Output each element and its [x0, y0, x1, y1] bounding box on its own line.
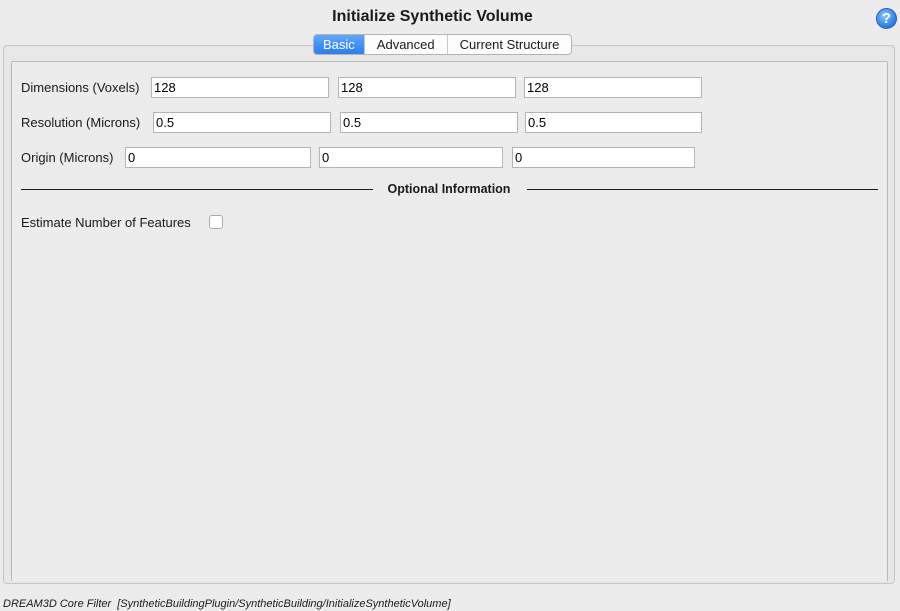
tab-current-structure[interactable]: Current Structure	[446, 35, 572, 54]
origin-z-input[interactable]	[512, 147, 695, 168]
estimate-features-label: Estimate Number of Features	[21, 215, 191, 230]
filter-info-footer: DREAM3D Core Filter [SyntheticBuildingPlu…	[3, 598, 451, 610]
window-title: Initialize Synthetic Volume	[332, 8, 533, 25]
dimensions-y-input[interactable]	[338, 77, 516, 98]
filter-type-label: DREAM3D Core Filter	[3, 598, 112, 610]
dimensions-x-input[interactable]	[151, 77, 329, 98]
section-divider-right	[527, 189, 878, 190]
optional-information-heading: Optional Information	[387, 182, 511, 196]
tab-basic[interactable]: Basic	[314, 35, 364, 54]
resolution-z-input[interactable]	[525, 112, 702, 133]
estimate-features-checkbox[interactable]	[209, 215, 223, 229]
filter-path-label: [SyntheticBuildingPlugin/SyntheticBuildi…	[117, 598, 451, 610]
tab-advanced[interactable]: Advanced	[363, 35, 447, 54]
resolution-x-input[interactable]	[153, 112, 331, 133]
dimensions-z-input[interactable]	[524, 77, 702, 98]
section-divider-left	[21, 189, 373, 190]
resolution-y-input[interactable]	[340, 112, 518, 133]
origin-label: Origin (Microns)	[21, 150, 114, 165]
tab-bar: Basic Advanced Current Structure	[313, 34, 573, 55]
help-icon[interactable]: ?	[876, 8, 897, 29]
dimensions-label: Dimensions (Voxels)	[21, 80, 140, 95]
origin-x-input[interactable]	[125, 147, 311, 168]
origin-y-input[interactable]	[319, 147, 503, 168]
tab-content-area	[11, 61, 888, 581]
resolution-label: Resolution (Microns)	[21, 115, 141, 130]
